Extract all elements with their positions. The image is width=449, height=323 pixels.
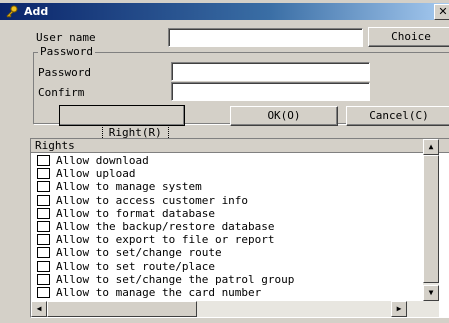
password-field[interactable] <box>171 62 370 81</box>
rights-header: Rights <box>31 139 449 153</box>
rights-item-label: Allow to format database <box>56 206 215 220</box>
rights-item-label: Allow upload <box>56 167 136 181</box>
triangle-left-icon: ◀ <box>36 304 42 313</box>
checkbox[interactable] <box>37 194 50 206</box>
checkbox[interactable] <box>37 181 50 193</box>
title-bar[interactable]: Add ✕ <box>0 3 449 20</box>
rights-list-item[interactable]: Allow to manage the card number <box>37 286 261 299</box>
scroll-up-button[interactable]: ▲ <box>423 139 439 155</box>
scroll-right-button[interactable]: ▶ <box>391 301 407 317</box>
checkbox[interactable] <box>37 287 50 298</box>
rights-list-item[interactable]: Allow upload <box>37 167 135 180</box>
rights-item-label: Allow download <box>56 154 149 167</box>
confirm-input[interactable] <box>172 83 369 100</box>
password-label: Password <box>38 66 91 79</box>
vertical-scroll-thumb[interactable] <box>423 155 439 283</box>
scroll-left-button[interactable]: ◀ <box>31 301 47 317</box>
checkbox[interactable] <box>37 234 50 246</box>
scroll-down-button[interactable]: ▼ <box>423 285 439 301</box>
rights-item-label: Allow the backup/restore database <box>56 220 275 233</box>
rights-item-label: Allow to set/change the patrol group <box>56 272 295 286</box>
rights-item-label: Allow to manage system <box>56 180 202 194</box>
user-name-field[interactable] <box>168 28 363 47</box>
rights-list-item[interactable]: Allow to manage system <box>37 180 202 193</box>
right-button[interactable]: Right(R) <box>59 105 185 140</box>
horizontal-scrollbar[interactable]: ◀ ▶ <box>31 301 439 317</box>
checkbox[interactable] <box>37 273 50 285</box>
vertical-scrollbar[interactable]: ▲ ▼ <box>423 139 439 301</box>
rights-list-item[interactable]: Allow to set route/place <box>37 260 215 273</box>
triangle-right-icon: ▶ <box>396 304 402 313</box>
rights-list-item[interactable]: Allow to export to file or report <box>37 233 275 246</box>
checkbox[interactable] <box>37 207 50 219</box>
rights-item-label: Allow to manage the card number <box>56 286 262 299</box>
rights-list-item[interactable]: Allow to set/change the patrol group <box>37 273 294 286</box>
user-name-label: User name <box>36 31 96 44</box>
rights-list[interactable]: Rights Allow download Allow upload Allow t… <box>30 138 449 318</box>
confirm-label: Confirm <box>38 86 85 99</box>
rights-list-item[interactable]: Allow to format database <box>37 207 215 220</box>
cancel-button[interactable]: Cancel(C) <box>346 106 449 126</box>
checkbox[interactable] <box>37 221 50 232</box>
close-button[interactable]: ✕ <box>434 4 449 20</box>
password-input[interactable] <box>172 63 369 80</box>
rights-item-label: Allow to set/change route <box>56 246 222 260</box>
rights-item-label: Allow to set route/place <box>56 259 215 273</box>
rights-list-item[interactable]: Allow download <box>37 154 149 167</box>
rights-item-label: Allow to export to file or report <box>56 233 275 247</box>
horizontal-scroll-thumb[interactable] <box>47 301 197 317</box>
add-dialog: Add ✕ User name Choice Password Password… <box>0 0 449 323</box>
checkbox[interactable] <box>37 247 50 259</box>
rights-item-label: Allow to access customer info <box>56 193 249 207</box>
key-icon <box>6 5 18 18</box>
checkbox[interactable] <box>37 155 50 166</box>
password-group-label: Password <box>38 45 95 58</box>
window-title: Add <box>24 5 49 18</box>
checkbox[interactable] <box>37 168 50 180</box>
choice-button[interactable]: Choice <box>368 27 449 47</box>
confirm-field[interactable] <box>171 82 370 101</box>
rights-list-item[interactable]: Allow the backup/restore database <box>37 220 275 233</box>
checkbox[interactable] <box>37 260 50 272</box>
close-icon: ✕ <box>438 5 448 18</box>
rights-list-item[interactable]: Allow to access customer info <box>37 194 248 207</box>
rights-list-item[interactable]: Allow to set/change route <box>37 246 222 259</box>
user-name-input[interactable] <box>169 29 362 46</box>
triangle-down-icon: ▼ <box>428 288 434 297</box>
triangle-up-icon: ▲ <box>428 142 434 151</box>
ok-button[interactable]: OK(O) <box>230 106 338 126</box>
